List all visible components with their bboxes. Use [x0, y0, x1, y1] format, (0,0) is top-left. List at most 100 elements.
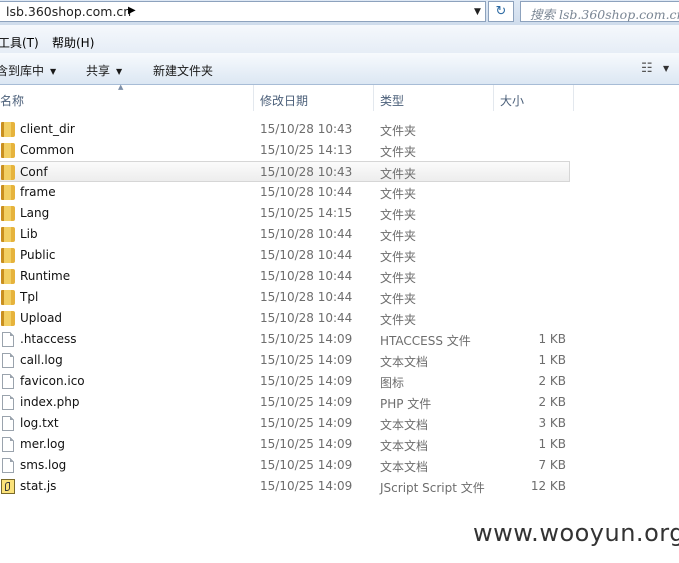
file-row[interactable]: favicon.ico 15/10/25 14:09 图标 2 KB	[0, 371, 570, 392]
share-label: 共享	[86, 64, 111, 78]
column-divider[interactable]	[573, 85, 574, 111]
share-button[interactable]: 共享 ▼	[86, 62, 122, 79]
file-type: 文本文档	[380, 418, 429, 432]
file-modified-date: 15/10/25 14:15	[260, 206, 353, 220]
file-name: log.txt	[20, 416, 59, 430]
file-name: frame	[20, 185, 56, 199]
folder-icon	[1, 227, 15, 242]
address-path[interactable]: lsb.360shop.com.cn	[6, 4, 131, 19]
file-row[interactable]: Common 15/10/25 14:13 文件夹	[0, 140, 570, 161]
file-modified-date: 15/10/25 14:09	[260, 395, 353, 409]
include-library-label: 含到库中	[0, 64, 45, 78]
menu-tools[interactable]: 工具(T)	[0, 34, 39, 51]
file-name: Lib	[20, 227, 38, 241]
address-bar[interactable]: lsb.360shop.com.cn ▶ ▼	[0, 1, 486, 22]
file-modified-date: 15/10/28 10:44	[260, 227, 353, 241]
file-row[interactable]: sms.log 15/10/25 14:09 文本文档 7 KB	[0, 455, 570, 476]
file-name: Tpl	[20, 290, 39, 304]
refresh-button[interactable]: ↻	[488, 1, 514, 22]
folder-icon	[1, 165, 15, 180]
file-row[interactable]: Lang 15/10/25 14:15 文件夹	[0, 203, 570, 224]
file-type: 文件夹	[380, 187, 417, 201]
search-placeholder: 搜索 lsb.360shop.com.cn	[530, 7, 679, 22]
file-row[interactable]: log.txt 15/10/25 14:09 文本文档 3 KB	[0, 413, 570, 434]
file-name: Upload	[20, 311, 63, 325]
file-type: 文本文档	[380, 355, 429, 369]
view-options-chevron-icon[interactable]: ▼	[663, 64, 669, 73]
file-row[interactable]: Upload 15/10/28 10:44 文件夹	[0, 308, 570, 329]
file-type: 文件夹	[380, 250, 417, 264]
file-size: 2 KB	[538, 374, 566, 388]
file-size: 12 KB	[530, 479, 566, 493]
menu-bar: 工具(T) 帮助(H)	[0, 25, 679, 53]
folder-icon	[1, 143, 15, 158]
file-modified-date: 15/10/28 10:44	[260, 185, 353, 199]
file-row[interactable]: frame 15/10/28 10:44 文件夹	[0, 182, 570, 203]
folder-icon	[1, 248, 15, 263]
breadcrumb-chevron-icon[interactable]: ▶	[128, 5, 136, 16]
file-type: 文件夹	[380, 208, 417, 222]
file-row[interactable]: call.log 15/10/25 14:09 文本文档 1 KB	[0, 350, 570, 371]
folder-icon	[1, 269, 15, 284]
column-divider[interactable]	[373, 85, 374, 111]
file-row[interactable]: Tpl 15/10/28 10:44 文件夹	[0, 287, 570, 308]
file-icon	[2, 416, 14, 431]
file-modified-date: 15/10/25 14:09	[260, 416, 353, 430]
column-header-name[interactable]: 名称	[0, 92, 24, 109]
file-type: 文本文档	[380, 460, 429, 474]
command-bar: 含到库中 ▼ 共享 ▼ 新建文件夹 ☷ ▼	[0, 53, 679, 85]
watermark: www.wooyun.org	[473, 519, 679, 547]
file-row[interactable]: index.php 15/10/25 14:09 PHP 文件 2 KB	[0, 392, 570, 413]
refresh-icon: ↻	[495, 4, 507, 19]
file-size: 1 KB	[538, 332, 566, 346]
file-name: client_dir	[20, 122, 75, 136]
file-name: index.php	[20, 395, 80, 409]
new-folder-button[interactable]: 新建文件夹	[153, 62, 213, 79]
file-row[interactable]: .htaccess 15/10/25 14:09 HTACCESS 文件 1 KB	[0, 329, 570, 350]
column-header-size[interactable]: 大小	[500, 92, 524, 109]
file-name: favicon.ico	[20, 374, 85, 388]
column-divider[interactable]	[253, 85, 254, 111]
address-dropdown-icon[interactable]: ▼	[470, 3, 485, 22]
script-icon	[1, 479, 15, 494]
file-row[interactable]: Lib 15/10/28 10:44 文件夹	[0, 224, 570, 245]
file-row[interactable]: Runtime 15/10/28 10:44 文件夹	[0, 266, 570, 287]
file-size: 1 KB	[538, 437, 566, 451]
file-size: 3 KB	[538, 416, 566, 430]
file-name: .htaccess	[20, 332, 77, 346]
file-modified-date: 15/10/28 10:43	[260, 165, 353, 179]
file-modified-date: 15/10/28 10:44	[260, 311, 353, 325]
file-name: Lang	[20, 206, 50, 220]
file-type: 文件夹	[380, 229, 417, 243]
column-header-date[interactable]: 修改日期	[260, 92, 308, 109]
file-icon	[2, 353, 14, 368]
file-modified-date: 15/10/25 14:09	[260, 458, 353, 472]
file-type: 文件夹	[380, 292, 417, 306]
file-icon	[2, 458, 14, 473]
file-type: 文本文档	[380, 439, 429, 453]
file-modified-date: 15/10/28 10:43	[260, 122, 353, 136]
column-header-type[interactable]: 类型	[380, 92, 404, 109]
file-row[interactable]: Conf 15/10/28 10:43 文件夹	[0, 161, 570, 182]
column-header-row: ▲ 名称 修改日期 类型 大小	[0, 83, 679, 113]
file-row[interactable]: client_dir 15/10/28 10:43 文件夹	[0, 119, 570, 140]
file-modified-date: 15/10/25 14:09	[260, 332, 353, 346]
file-row[interactable]: Public 15/10/28 10:44 文件夹	[0, 245, 570, 266]
chevron-down-icon: ▼	[116, 67, 123, 76]
file-type: 图标	[380, 376, 405, 390]
search-input[interactable]: 搜索 lsb.360shop.com.cn	[520, 1, 679, 22]
include-in-library-button[interactable]: 含到库中 ▼	[0, 62, 56, 79]
menu-help[interactable]: 帮助(H)	[52, 34, 94, 51]
file-row[interactable]: stat.js 15/10/25 14:09 JScript Script 文件 12…	[0, 476, 570, 497]
file-icon	[2, 374, 14, 389]
view-options-icon[interactable]: ☷	[641, 61, 653, 76]
file-modified-date: 15/10/25 14:09	[260, 374, 353, 388]
file-size: 7 KB	[538, 458, 566, 472]
file-name: Runtime	[20, 269, 71, 283]
file-type: 文件夹	[380, 271, 417, 285]
file-modified-date: 15/10/28 10:44	[260, 269, 353, 283]
column-divider[interactable]	[493, 85, 494, 111]
file-size: 2 KB	[538, 395, 566, 409]
file-row[interactable]: mer.log 15/10/25 14:09 文本文档 1 KB	[0, 434, 570, 455]
file-type: 文件夹	[380, 145, 417, 159]
